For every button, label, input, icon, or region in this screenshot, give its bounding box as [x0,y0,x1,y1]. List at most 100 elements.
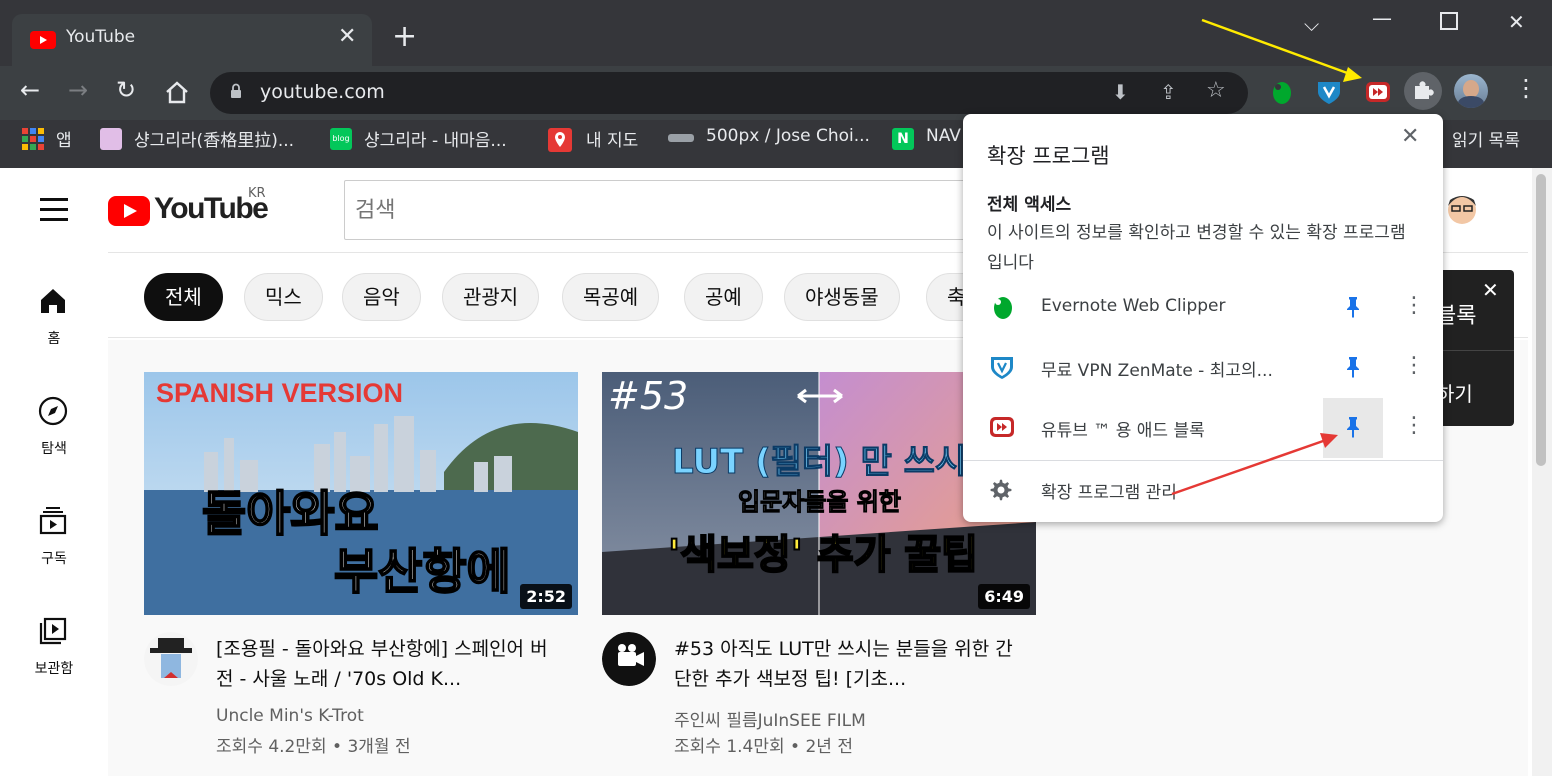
youtube-favicon-icon [30,31,56,49]
thumb-line2: 입문자들을 위한 [738,488,902,517]
channel-name[interactable]: Uncle Min's K-Trot [216,706,364,726]
search-input[interactable] [345,181,983,239]
chrome-menu-icon[interactable]: ⋮ [1514,74,1538,102]
pin-icon [1347,417,1359,438]
pin-icon [1347,297,1359,318]
blog-favicon-icon: blog [330,128,352,150]
chip-all[interactable]: 전체 [144,273,223,321]
maximize-button[interactable] [1440,12,1458,30]
zenmate-toolbar-icon[interactable] [1315,78,1343,106]
bookmark-naver[interactable]: NAV [926,126,961,146]
more-options-icon[interactable]: ⋮ [1403,415,1425,437]
chip-wildlife[interactable]: 야생동물 [784,273,900,321]
video-meta: 조회수 4.2만회 • 3개월 전 [216,737,411,757]
library-icon [39,617,67,645]
pin-button-hovered[interactable] [1323,398,1383,458]
toast-close-icon[interactable]: ✕ [1482,278,1499,302]
thumb-line1: LUT (필터) 만 쓰시는 [672,442,999,483]
thumb-number: #53 [608,374,689,418]
thumb-line3: '색보정' 추가 꿀팁 [667,531,979,579]
guide-item-subscriptions[interactable]: 구독 [0,506,108,606]
install-app-icon[interactable]: ⬇ [1112,80,1129,104]
full-access-description: 이 사이트의 정보를 확인하고 변경할 수 있는 확장 프로그램입니다 [987,223,1406,273]
video-title[interactable]: #53 아직도 LUT만 쓰시는 분들을 위한 간단한 추가 색보정 팁! [기… [674,634,1014,694]
reading-list[interactable]: 읽기 목록 [1452,126,1520,151]
butterfly-favicon-icon [100,128,122,150]
thumb-line2: 부산항에 [333,543,512,601]
new-tab-button[interactable]: + [392,22,417,52]
extensions-puzzle-button[interactable] [1404,72,1442,110]
extension-name: 무료 VPN ZenMate - 최고의... [1041,361,1273,381]
full-access-heading: 전체 액세스 [987,195,1072,215]
naver-favicon-icon: N [892,128,914,150]
pin-button[interactable] [1323,338,1383,398]
chip-mix[interactable]: 믹스 [244,273,323,321]
chip-tourist-spots[interactable]: 관광지 [442,273,540,321]
tab-close-icon[interactable]: ✕ [338,24,356,49]
video-meta: 조회수 1.4만회 • 2년 전 [674,737,853,757]
chip-crafts[interactable]: 공예 [684,273,763,321]
account-avatar[interactable] [1440,186,1484,230]
extension-row-adblock-youtube[interactable]: 유튜브 ™ 용 애드 블록 ⋮ [963,398,1443,458]
pin-button[interactable] [1323,278,1383,338]
guide-item-library[interactable]: 보관함 [0,616,108,716]
scrollbar-thumb[interactable] [1536,174,1546,466]
extension-row-zenmate[interactable]: 무료 VPN ZenMate - 최고의... ⋮ [963,338,1443,398]
adblock-youtube-toolbar-icon[interactable] [1364,78,1392,106]
manage-extensions-item[interactable]: 확장 프로그램 관리 [963,462,1443,520]
forward-arrow-icon[interactable]: → [68,76,88,104]
popup-close-icon[interactable]: ✕ [1401,124,1419,149]
chip-woodworking[interactable]: 목공예 [562,273,660,321]
popup-divider [963,460,1443,461]
subscriptions-icon [39,507,67,535]
bookmark-my-maps[interactable]: 내 지도 [586,126,638,151]
more-options-icon[interactable]: ⋮ [1403,355,1425,377]
video-duration: 6:49 [978,584,1030,609]
back-arrow-icon[interactable]: ← [20,76,40,104]
popup-title: 확장 프로그램 [987,144,1110,168]
video-thumbnail[interactable]: SPANISH VERSION 돌아와요 부산항에 2:52 [144,372,578,615]
channel-name[interactable]: 주인씨 필름JuInSEE FILM [674,706,866,731]
tab-youtube[interactable]: YouTube ✕ [12,14,372,66]
bookmark-apps[interactable]: 앱 [56,126,72,151]
profile-avatar[interactable] [1454,74,1488,108]
home-icon[interactable] [164,80,190,104]
bookmark-shangrila-1[interactable]: 샹그리라(香格里拉)... [134,126,294,151]
gear-icon [990,479,1012,501]
pin-icon [1347,357,1359,378]
more-options-icon[interactable]: ⋮ [1403,295,1425,317]
thumb-heading: SPANISH VERSION [156,378,404,408]
minimize-button[interactable]: — [1372,6,1392,30]
window-close-button[interactable]: ✕ [1508,10,1525,34]
bookmark-star-icon[interactable]: ☆ [1206,78,1226,103]
youtube-play-icon [108,196,150,226]
extension-name: Evernote Web Clipper [1041,296,1226,316]
extension-row-evernote[interactable]: Evernote Web Clipper ⋮ [963,278,1443,338]
extensions-popup: 확장 프로그램 ✕ 전체 액세스 이 사이트의 정보를 확인하고 변경할 수 있… [963,114,1443,522]
puzzle-icon [1415,81,1434,99]
channel-avatar[interactable] [144,632,198,686]
share-icon[interactable]: ⇪ [1160,80,1177,104]
lock-icon[interactable] [230,83,242,99]
evernote-icon [994,297,1012,319]
search-box[interactable] [344,180,984,240]
guide-item-explore[interactable]: 탐색 [0,396,108,496]
toolbar: ← → ↻ youtube.com ⬇ ⇪ ☆ ⋮ [0,66,1552,120]
hamburger-menu-icon[interactable] [40,198,68,221]
video-title[interactable]: [조용필 - 돌아와요 부산항에] 스페인어 버전 - 사울 노래 / '70s… [216,634,556,694]
tab-title: YouTube [66,27,136,47]
url-text: youtube.com [260,81,385,103]
bookmark-500px[interactable]: 500px / Jose Choi... [706,126,870,146]
bookmark-shangrila-2[interactable]: 샹그리라 - 내마음... [364,126,507,151]
evernote-toolbar-icon[interactable] [1268,78,1296,106]
address-bar[interactable]: youtube.com ⬇ ⇪ ☆ [210,72,1248,114]
page-scrollbar[interactable] [1532,168,1552,776]
compass-icon [38,396,68,426]
zenmate-shield-icon [991,357,1013,379]
adblock-youtube-icon [990,417,1014,437]
channel-avatar[interactable] [602,632,656,686]
tab-search-chevron-icon[interactable]: ⌵ [1304,12,1319,36]
guide-item-home[interactable]: 홈 [0,286,108,386]
chip-music[interactable]: 음악 [342,273,421,321]
reload-icon[interactable]: ↻ [116,76,136,104]
